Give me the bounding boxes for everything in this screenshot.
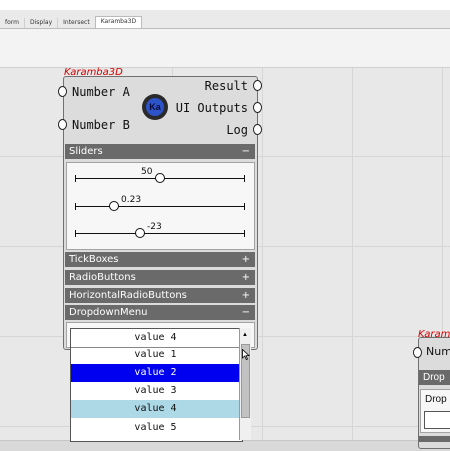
scroll-up-arrow-icon[interactable]: ▲ [242,332,248,338]
output-grip-log[interactable] [253,124,262,135]
slider-tick [244,230,245,237]
component2-section[interactable]: Drop [419,370,450,385]
output-ui-outputs[interactable]: UI Outputs [176,101,248,115]
slider-tick [244,203,245,210]
slider-knob[interactable] [155,173,165,183]
output-log[interactable]: Log [226,123,248,137]
component2-input[interactable]: Numb [426,345,450,358]
section-radiobuttons-title: RadioButtons [69,272,136,283]
dropdown-scrollbar[interactable]: ▲ [239,328,251,440]
tab-karamba3d[interactable]: Karamba3D [94,16,143,28]
output-result[interactable]: Result [205,79,248,93]
slider-tick [244,175,245,182]
collapse-icon[interactable]: − [242,144,250,159]
expand-icon[interactable]: + [242,252,250,267]
tab-intersect[interactable]: Intersect [57,18,95,28]
component2-dropdown-field[interactable] [424,411,450,429]
slider-knob[interactable] [135,228,145,238]
top-bar [0,0,450,10]
expand-icon[interactable]: + [242,288,250,303]
input-number-b[interactable]: Number B [72,118,130,132]
slider-tick [75,203,76,210]
tab-display[interactable]: Display [24,18,57,28]
dropdown-option[interactable]: value 3 [71,382,240,400]
component2-field-label: Drop [425,394,447,405]
output-grip-result[interactable] [253,80,262,91]
ribbon-panel [0,29,450,68]
section-tickboxes-title: TickBoxes [69,254,119,265]
mouse-cursor-icon [242,349,250,360]
component2-input-grip[interactable] [413,347,422,358]
slider-knob[interactable] [109,201,119,211]
section-tickboxes[interactable]: TickBoxes + [65,252,255,267]
output-grip-ui-outputs[interactable] [253,102,262,113]
section-horizontalradiobuttons[interactable]: HorizontalRadioButtons + [65,288,255,303]
karamba-logo-icon: Ka [142,94,168,120]
ribbon-tabs: form Display Intersect Karamba3D [0,16,143,28]
slider-track [75,206,245,207]
dropdown-option[interactable]: value 1 [71,346,240,364]
input-number-a[interactable]: Number A [72,85,130,99]
input-grip-a[interactable] [58,86,67,97]
tab-form[interactable]: form [0,18,24,28]
logo-text: Ka [146,98,164,116]
component2-section-next[interactable] [419,436,450,442]
section-sliders[interactable]: Sliders − [65,144,255,159]
collapse-icon[interactable]: − [242,305,250,320]
slider-value: 50 [141,167,153,177]
input-grip-b[interactable] [58,119,67,130]
section-dropdownmenu[interactable]: DropdownMenu − [65,305,255,320]
dropdown-option[interactable]: value 5 [71,419,240,437]
section-dropdownmenu-title: DropdownMenu [69,307,148,318]
section-radiobuttons[interactable]: RadioButtons + [65,270,255,285]
section-horizontalradiobuttons-title: HorizontalRadioButtons [69,290,187,301]
slider-track [75,233,245,234]
dropdown-option[interactable]: value 2 [71,364,240,382]
slider-tick [75,175,76,182]
slider-value: 0.23 [121,195,142,205]
slider-tick [75,230,76,237]
dropdown-option[interactable]: value 4 [71,400,240,418]
slider-value: -23 [147,222,162,232]
section-sliders-title: Sliders [69,146,103,157]
expand-icon[interactable]: + [242,270,250,285]
dropdown-list[interactable]: value 4 value 1 value 2 value 3 value 4 … [70,328,243,442]
